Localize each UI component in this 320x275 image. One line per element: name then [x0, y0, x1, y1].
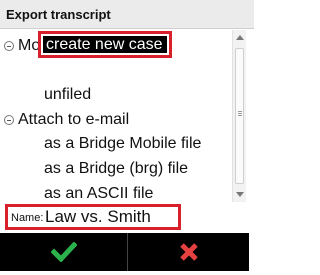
export-transcript-panel: Export transcript Move to case unfiled A… — [0, 0, 254, 275]
scroll-up-arrow-icon[interactable] — [236, 35, 244, 40]
tree-item-create-new-case[interactable]: create new case — [38, 31, 172, 58]
ok-button[interactable] — [0, 233, 127, 271]
name-label: Name: — [11, 212, 44, 224]
scrollbar-thumb[interactable] — [235, 48, 244, 184]
grip-line — [238, 111, 242, 112]
tree-group-attach-email[interactable]: Attach to e-mail — [0, 108, 129, 132]
cancel-button[interactable] — [128, 233, 249, 271]
tree-item-bridge-brg[interactable]: as a Bridge (brg) file — [44, 157, 188, 181]
tree-item-bridge-mobile[interactable]: as a Bridge Mobile file — [44, 132, 201, 156]
panel-title: Export transcript — [0, 0, 254, 29]
checkmark-icon — [50, 242, 77, 262]
tree-item-unfiled[interactable]: unfiled — [44, 83, 91, 107]
collapse-icon[interactable] — [4, 115, 14, 125]
name-field: Name: — [5, 204, 181, 230]
scroll-down-arrow-icon[interactable] — [236, 192, 244, 197]
vertical-scrollbar[interactable] — [232, 30, 246, 202]
grip-line — [238, 115, 242, 116]
grip-line — [238, 113, 242, 114]
selected-item-label: create new case — [43, 36, 167, 53]
name-input[interactable] — [45, 208, 175, 226]
tree-item-ascii[interactable]: as an ASCII file — [44, 182, 153, 201]
tree-group-label: Attach to e-mail — [18, 111, 130, 128]
x-icon — [179, 243, 198, 261]
collapse-icon[interactable] — [4, 41, 14, 51]
